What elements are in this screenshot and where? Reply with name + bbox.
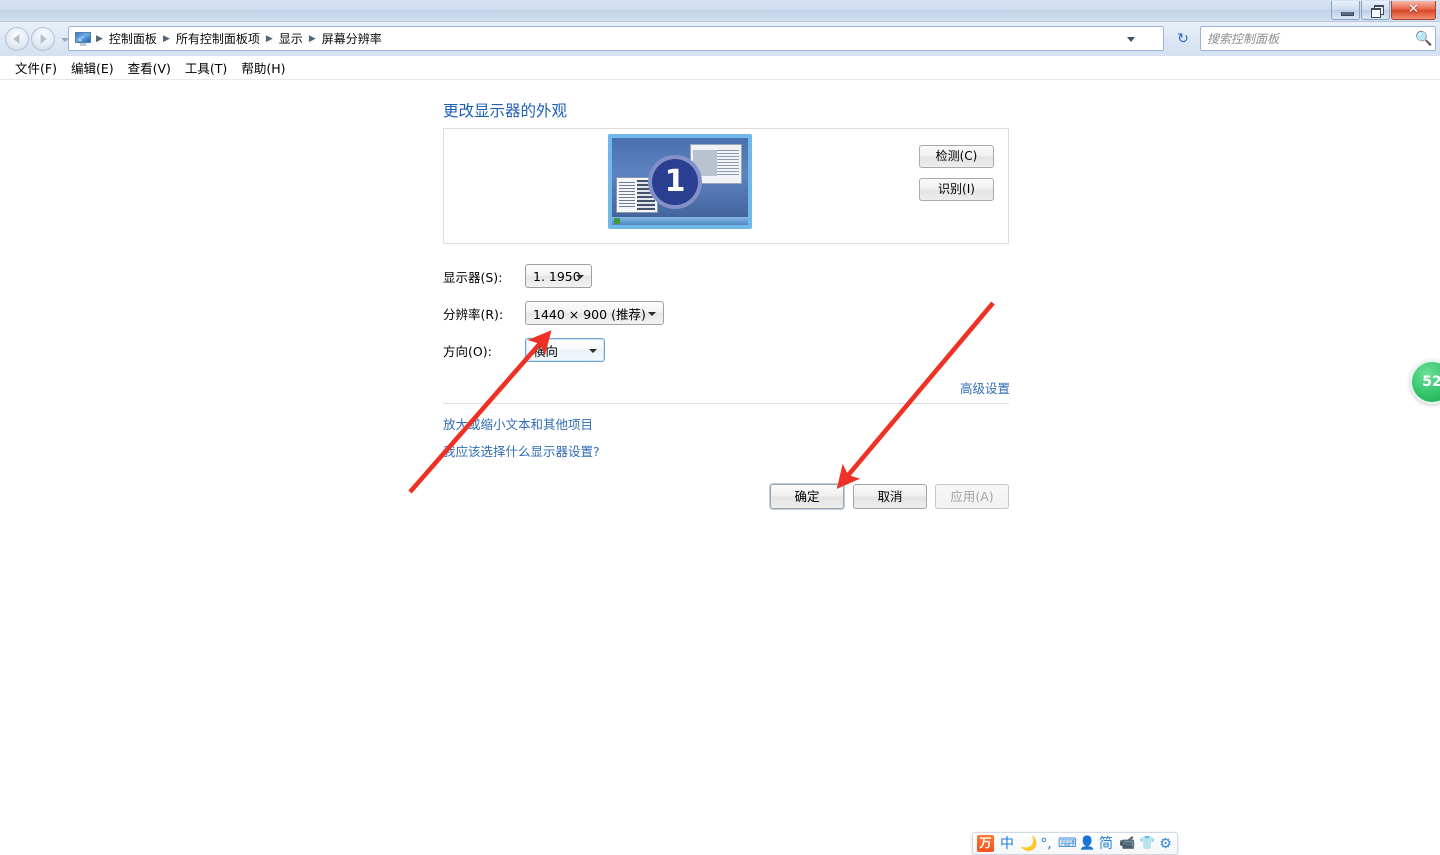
search-input[interactable] <box>1201 31 1413 46</box>
identify-button[interactable]: 识别(I) <box>919 178 994 201</box>
navigation-bar: ↙ ▶ 控制面板 ▶ 所有控制面板项 ▶ 显示 ▶ 屏幕分辨率 ↻ 🔍 <box>0 22 1440 56</box>
breadcrumb-separator-icon: ▶ <box>162 33 170 44</box>
moon-icon[interactable]: 🌙 <box>1020 836 1037 852</box>
main-content: 更改显示器的外观 1 检测(C) 识别(I) 显示器(S): 1. 1950 分… <box>0 81 1440 855</box>
field-row-resolution: 分辨率(R): 1440 × 900 (推荐) <box>443 300 664 326</box>
punctuation-icon[interactable]: °, <box>1039 836 1053 852</box>
settings-gear-icon[interactable]: ⚙ <box>1158 836 1173 852</box>
video-icon[interactable]: 📹 <box>1119 836 1135 852</box>
breadcrumb-item-screen-resolution[interactable]: 屏幕分辨率 <box>319 29 385 48</box>
menu-item-file[interactable]: 文件(F) <box>8 56 64 79</box>
monitor-number-badge: 1 <box>648 155 702 209</box>
content-divider <box>443 403 1009 404</box>
resolution-dropdown-value: 1440 × 900 (推荐) <box>533 306 646 322</box>
refresh-button[interactable]: ↻ <box>1174 30 1192 48</box>
monitor-preview-panel: 1 检测(C) 识别(I) <box>443 128 1009 244</box>
detect-button[interactable]: 检测(C) <box>919 145 994 168</box>
soft-keyboard-icon[interactable]: ⌨ <box>1058 836 1077 852</box>
search-box[interactable]: 🔍 <box>1200 26 1436 51</box>
minimize-icon <box>1341 12 1354 16</box>
display-monitor-icon: ↙ <box>75 31 91 46</box>
chevron-down-icon <box>648 312 656 316</box>
orientation-dropdown[interactable]: 横向 <box>525 338 605 362</box>
orientation-dropdown-value: 横向 <box>533 343 559 359</box>
menu-item-view[interactable]: 查看(V) <box>121 56 178 79</box>
skin-icon[interactable]: 👕 <box>1139 836 1155 852</box>
menu-item-edit[interactable]: 编辑(E) <box>64 56 121 79</box>
ime-toolbar: 万 中 🌙 °, ⌨ 👤 简 📹 👕 ⚙ <box>972 832 1178 855</box>
simplified-icon[interactable]: 简 <box>1098 836 1114 852</box>
field-row-orientation: 方向(O): 横向 <box>443 337 605 363</box>
back-button[interactable] <box>5 27 29 51</box>
menu-item-help[interactable]: 帮助(H) <box>234 56 292 79</box>
breadcrumb-separator-icon: ▶ <box>96 33 103 44</box>
breadcrumb-item-display[interactable]: 显示 <box>276 29 306 48</box>
field-row-display: 显示器(S): 1. 1950 <box>443 263 592 289</box>
page-title: 更改显示器的外观 <box>443 102 568 120</box>
window-titlebar: ✕ <box>0 0 1440 22</box>
restore-button[interactable] <box>1361 1 1390 20</box>
display-dropdown-value: 1. 1950 <box>533 268 581 284</box>
breadcrumb-separator-icon: ▶ <box>265 33 273 44</box>
resolution-label: 分辨率(R): <box>443 306 504 322</box>
chevron-down-icon <box>589 349 597 353</box>
monitor-taskbar <box>612 217 748 225</box>
back-arrow-icon <box>13 34 20 44</box>
monitor-thumbnail-1[interactable]: 1 <box>608 134 752 229</box>
breadcrumb-separator-icon: ▶ <box>308 33 316 44</box>
cancel-button[interactable]: 取消 <box>853 484 927 509</box>
resize-text-link[interactable]: 放大或缩小文本和其他项目 <box>443 414 593 433</box>
which-settings-link[interactable]: 我应该选择什么显示器设置? <box>443 441 600 460</box>
close-button[interactable]: ✕ <box>1391 1 1436 20</box>
sogou-logo-icon[interactable]: 万 <box>977 835 994 852</box>
chinese-mode-icon[interactable]: 中 <box>999 836 1015 852</box>
forward-button[interactable] <box>31 27 55 51</box>
user-icon[interactable]: 👤 <box>1079 836 1095 852</box>
search-icon: 🔍 <box>1415 30 1433 47</box>
window-controls: ✕ <box>1331 1 1436 20</box>
menu-bar: 文件(F) 编辑(E) 查看(V) 工具(T) 帮助(H) <box>0 56 1440 80</box>
forward-arrow-icon <box>40 34 47 44</box>
display-dropdown[interactable]: 1. 1950 <box>525 264 592 288</box>
close-icon: ✕ <box>1408 2 1419 17</box>
apply-button: 应用(A) <box>935 484 1009 509</box>
display-label: 显示器(S): <box>443 269 503 285</box>
menu-item-tools[interactable]: 工具(T) <box>178 56 234 79</box>
nav-arrow-group <box>5 26 69 52</box>
ok-button[interactable]: 确定 <box>770 484 844 509</box>
minimize-button[interactable] <box>1331 1 1360 20</box>
advanced-settings-link[interactable]: 高级设置 <box>960 378 1010 397</box>
breadcrumb-item-control-panel[interactable]: 控制面板 <box>106 29 160 48</box>
orientation-label: 方向(O): <box>443 343 492 359</box>
address-bar[interactable]: ↙ ▶ 控制面板 ▶ 所有控制面板项 ▶ 显示 ▶ 屏幕分辨率 <box>68 26 1164 51</box>
chevron-down-icon <box>576 275 584 279</box>
breadcrumb-item-all-items[interactable]: 所有控制面板项 <box>173 29 263 48</box>
address-chevron-down-icon[interactable] <box>1127 37 1135 42</box>
resolution-dropdown[interactable]: 1440 × 900 (推荐) <box>525 301 664 325</box>
restore-icon-front <box>1371 8 1381 18</box>
